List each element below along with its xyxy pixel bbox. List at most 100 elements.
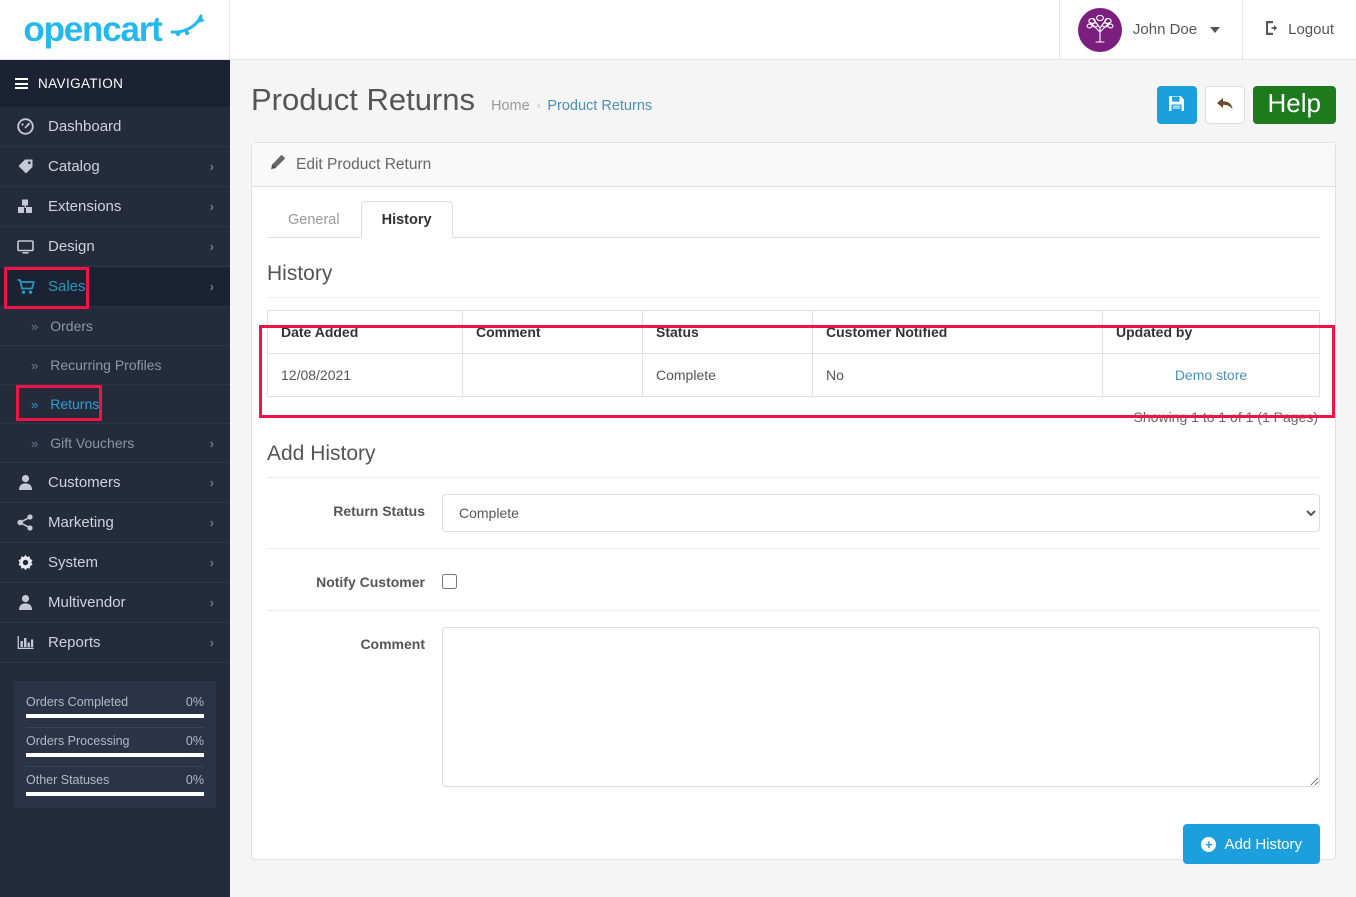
notify-customer-checkbox[interactable] <box>442 574 457 589</box>
breadcrumb-product-returns[interactable]: Product Returns <box>547 98 652 114</box>
comment-textarea[interactable] <box>442 627 1320 787</box>
form-footer: + Add History <box>267 808 1320 864</box>
sidebar-item-label: Customers <box>48 474 121 491</box>
sidebar-item-sales[interactable]: Sales › <box>0 267 230 307</box>
page-title: Product Returns <box>251 82 475 117</box>
sidebar-item-label: Reports <box>48 634 101 651</box>
table-row: 12/08/2021 Complete No Demo store <box>267 353 1320 397</box>
sidebar-item-customers[interactable]: Customers › <box>0 463 230 503</box>
sidebar-subitem-gift-vouchers[interactable]: » Gift Vouchers › <box>0 424 230 463</box>
chevron-right-icon: › <box>209 635 214 650</box>
chevron-right-icon: › <box>209 159 214 174</box>
chevron-right-icon: › <box>209 279 214 294</box>
sidebar-item-catalog[interactable]: Catalog › <box>0 147 230 187</box>
logo-text: opencart <box>23 10 162 49</box>
sidebar-subitem-orders[interactable]: » Orders <box>0 307 230 346</box>
sidebar-item-dashboard[interactable]: Dashboard <box>0 107 230 147</box>
panel-title: Edit Product Return <box>296 155 432 173</box>
sidebar-item-label: Multivendor <box>48 594 126 611</box>
history-section-title: History <box>267 238 1320 298</box>
form-row-comment: Comment <box>267 611 1320 808</box>
gear-icon <box>16 554 35 571</box>
swoosh-icon <box>168 12 206 43</box>
return-status-select[interactable]: Awaiting Products Complete Pending <box>442 494 1320 532</box>
progress-bar <box>26 714 204 718</box>
stat-value: 0% <box>185 695 204 709</box>
header-spacer <box>230 0 1059 59</box>
logo[interactable]: opencart <box>0 0 230 59</box>
add-history-button[interactable]: + Add History <box>1183 824 1320 864</box>
chevron-right-icon: › <box>209 435 214 451</box>
sidebar-subitem-label: Orders <box>50 318 94 334</box>
logout-button[interactable]: Logout <box>1242 0 1356 59</box>
puzzle-icon <box>16 198 35 215</box>
stat-orders-processing: Orders Processing 0% <box>26 728 204 757</box>
stat-label: Orders Completed <box>26 695 129 709</box>
sidebar-item-multivendor[interactable]: Multivendor › <box>0 583 230 623</box>
chevron-right-icon: › <box>209 475 214 490</box>
sidebar-stats: Orders Completed 0% Orders Processing 0%… <box>14 681 216 808</box>
sidebar-subitem-recurring-profiles[interactable]: » Recurring Profiles <box>0 346 230 385</box>
comment-label: Comment <box>360 636 425 652</box>
logout-label: Logout <box>1288 21 1334 38</box>
updated-by-link[interactable]: Demo store <box>1175 367 1247 383</box>
page-header: Product Returns Home › Product Returns H… <box>230 60 1356 142</box>
stat-value: 0% <box>185 773 204 787</box>
sidebar: NAVIGATION Dashboard Catalog › Extension… <box>0 60 230 897</box>
main-content: Product Returns Home › Product Returns H… <box>230 60 1356 897</box>
navigation-header[interactable]: NAVIGATION <box>0 60 230 107</box>
sidebar-subitem-returns[interactable]: » Returns <box>0 385 230 424</box>
pagination-summary: Showing 1 to 1 of 1 (1 Pages) <box>1133 409 1318 425</box>
tag-icon <box>16 158 35 175</box>
page-actions: Help <box>1156 82 1336 124</box>
navigation-label: NAVIGATION <box>38 76 124 91</box>
cell-status: Complete <box>642 353 813 397</box>
tab-list: General History <box>267 201 1320 238</box>
add-history-label: Add History <box>1224 835 1302 853</box>
back-button[interactable] <box>1204 86 1245 124</box>
sidebar-item-reports[interactable]: Reports › <box>0 623 230 663</box>
column-comment: Comment <box>462 310 643 354</box>
save-button[interactable] <box>1156 86 1197 124</box>
sidebar-item-design[interactable]: Design › <box>0 227 230 267</box>
floppy-disk-icon <box>1168 95 1185 115</box>
bar-chart-icon <box>16 634 35 651</box>
share-icon <box>16 514 35 531</box>
help-button[interactable]: Help <box>1252 86 1336 124</box>
user-menu[interactable]: John Doe <box>1058 0 1242 59</box>
breadcrumb-home[interactable]: Home <box>491 98 530 114</box>
panel-header: Edit Product Return <box>252 143 1335 187</box>
stat-orders-completed: Orders Completed 0% <box>26 689 204 718</box>
sidebar-item-system[interactable]: System › <box>0 543 230 583</box>
double-chevron-icon: » <box>31 435 39 451</box>
column-customer-notified: Customer Notified <box>812 310 1103 354</box>
sidebar-item-label: Design <box>48 238 95 255</box>
stat-other-statuses: Other Statuses 0% <box>26 767 204 796</box>
sidebar-item-marketing[interactable]: Marketing › <box>0 503 230 543</box>
double-chevron-icon: » <box>31 318 39 334</box>
double-chevron-icon: » <box>31 396 39 412</box>
column-date-added: Date Added <box>267 310 463 354</box>
tab-general[interactable]: General <box>267 201 361 238</box>
cell-comment <box>462 353 643 397</box>
form-row-return-status: Return Status Awaiting Products Complete… <box>267 478 1320 549</box>
plus-circle-icon: + <box>1201 836 1217 852</box>
chevron-down-icon <box>1210 26 1221 33</box>
sidebar-item-label: Marketing <box>48 514 114 531</box>
column-status: Status <box>642 310 813 354</box>
sidebar-item-extensions[interactable]: Extensions › <box>0 187 230 227</box>
top-header: opencart John Doe Logout <box>0 0 1356 60</box>
notify-customer-label: Notify Customer <box>316 574 425 590</box>
tab-history[interactable]: History <box>360 201 453 238</box>
return-status-label: Return Status <box>333 503 425 519</box>
cell-customer-notified: No <box>812 353 1103 397</box>
chevron-right-icon: › <box>209 595 214 610</box>
user-icon <box>16 594 35 611</box>
monitor-icon <box>16 238 35 255</box>
hamburger-icon <box>15 76 28 92</box>
cell-date-added: 12/08/2021 <box>267 353 463 397</box>
sidebar-item-label: Sales <box>48 278 86 295</box>
logout-icon <box>1265 20 1281 40</box>
stat-label: Other Statuses <box>26 773 110 787</box>
history-table: Date Added Comment Status Customer Notif… <box>267 310 1320 397</box>
